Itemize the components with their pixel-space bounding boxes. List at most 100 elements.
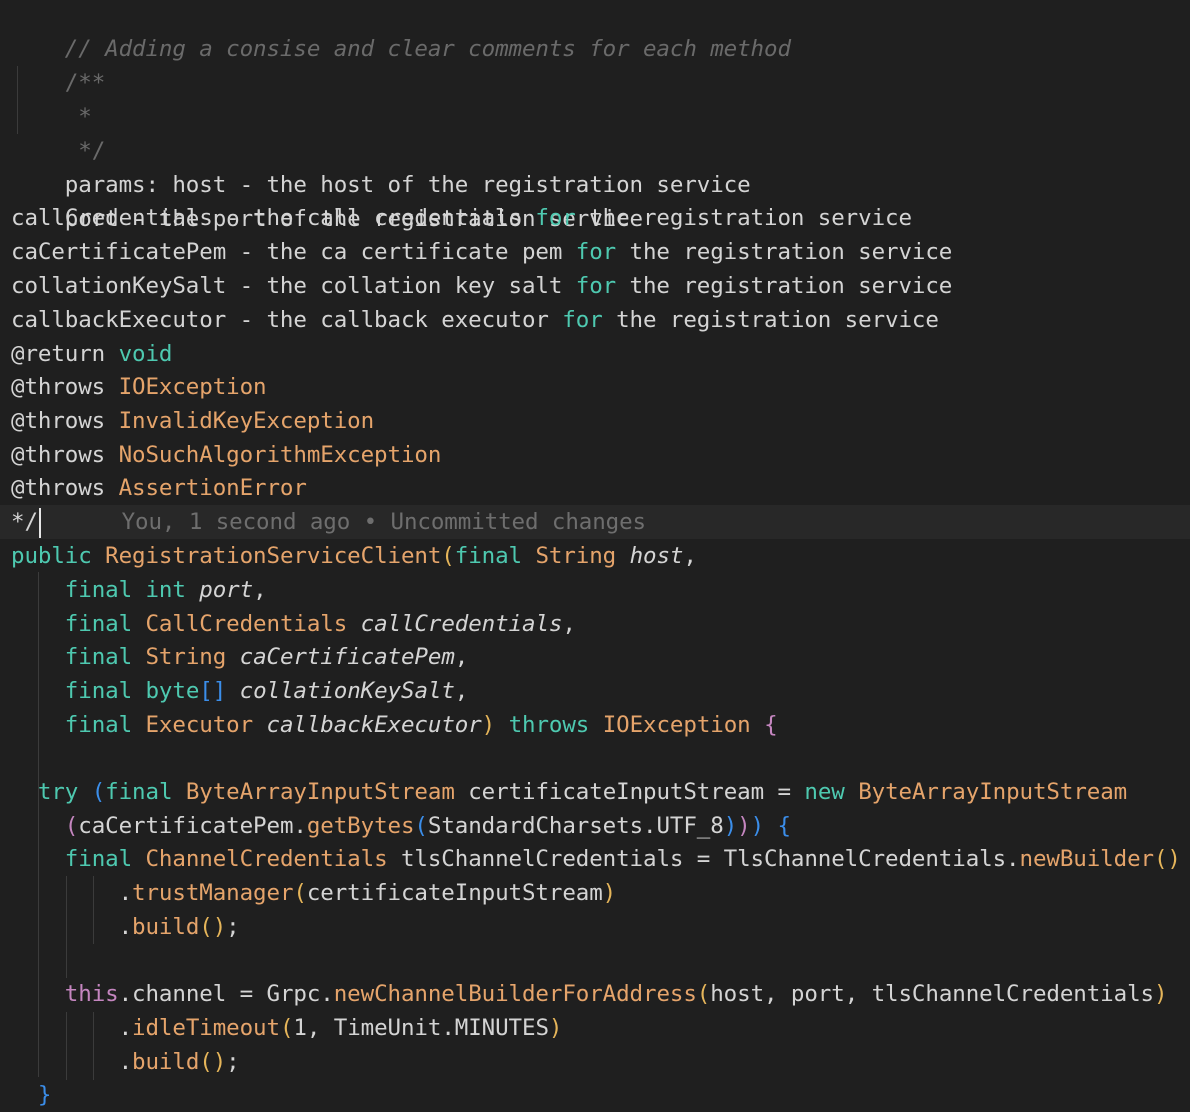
method-call: trustManager xyxy=(132,880,294,906)
dot: . xyxy=(118,880,133,906)
keyword-final: final xyxy=(64,611,133,637)
paren-close: ) xyxy=(750,813,765,839)
code-line-25[interactable]: (caCertificatePem.getBytes(StandardChars… xyxy=(11,809,791,843)
keyword-void: void xyxy=(118,341,173,367)
param-name: callbackExecutor xyxy=(266,712,482,738)
code-line-26[interactable]: final ChannelCredentials tlsChannelCrede… xyxy=(11,842,1181,876)
code-line-7[interactable]: callCredentials - the call credentials f… xyxy=(11,201,912,235)
number-literal: 1 xyxy=(293,1015,307,1041)
method-call: newChannelBuilderForAddress xyxy=(333,981,697,1007)
param-doc-text: the registration service xyxy=(575,205,912,231)
argument: certificateInputStream xyxy=(306,880,603,906)
paren-open: ( xyxy=(279,1015,294,1041)
code-line-2[interactable]: /** xyxy=(11,32,105,96)
code-line-12[interactable]: @throws IOException xyxy=(11,370,267,404)
code-line-17[interactable]: public RegistrationServiceClient(final S… xyxy=(11,539,697,573)
exception-type: IOException xyxy=(602,712,751,738)
code-line-4[interactable]: */ xyxy=(11,100,105,164)
code-line-32[interactable]: .build(); xyxy=(11,1045,240,1079)
dot: . xyxy=(118,1015,133,1041)
param-name: callCredentials xyxy=(360,611,563,637)
expression: caCertificatePem. xyxy=(78,813,307,839)
array-brackets: [] xyxy=(199,678,227,704)
code-line-31[interactable]: .idleTimeout(1, TimeUnit.MINUTES) xyxy=(11,1011,563,1045)
code-line-27[interactable]: .trustManager(certificateInputStream) xyxy=(11,876,617,910)
brace-close: } xyxy=(37,1082,52,1108)
code-line-16[interactable]: */ You, 1 second ago • Uncommitted chang… xyxy=(11,505,646,539)
method-call: build xyxy=(132,914,200,940)
param-doc-text: callbackExecutor - the callback executor xyxy=(11,307,563,333)
code-line-15[interactable]: @throws AssertionError xyxy=(11,471,307,505)
code-line-18[interactable]: final int port, xyxy=(11,573,267,607)
paren-open: ( xyxy=(414,813,428,839)
exception-type: AssertionError xyxy=(118,475,307,501)
dot: . xyxy=(118,1049,133,1075)
param-doc-text: callCredentials - the call credentials xyxy=(11,205,536,231)
code-line-24[interactable]: try (final ByteArrayInputStream certific… xyxy=(11,775,1127,809)
code-line-5[interactable]: params: host - the host of the registrat… xyxy=(11,134,751,198)
code-line-6[interactable]: port - the port of the registration serv… xyxy=(11,168,643,232)
param-doc-text: collationKeySalt - the collation key sal… xyxy=(11,273,576,299)
code-line-10[interactable]: callbackExecutor - the callback executor… xyxy=(11,303,939,337)
param-name: caCertificatePem xyxy=(239,644,455,670)
code-line-21[interactable]: final byte[] collationKeySalt, xyxy=(11,674,469,708)
code-line-20[interactable]: final String caCertificatePem, xyxy=(11,640,469,674)
param-type: int xyxy=(145,577,186,603)
keyword-final: final xyxy=(454,543,522,569)
code-line-22[interactable]: final Executor callbackExecutor) throws … xyxy=(11,708,778,742)
code-line-13[interactable]: @throws InvalidKeyException xyxy=(11,404,374,438)
brace-open: { xyxy=(764,712,778,738)
comma: , xyxy=(454,644,469,670)
param-name: collationKeySalt xyxy=(239,678,455,704)
code-line-9[interactable]: collationKeySalt - the collation key sal… xyxy=(11,269,952,303)
param-type: String xyxy=(535,543,617,569)
paren-open: ( xyxy=(696,981,711,1007)
code-line-1[interactable]: // Adding a consise and clear comments f… xyxy=(11,0,791,62)
param-type: Executor xyxy=(145,712,254,738)
constructor-name: RegistrationServiceClient xyxy=(105,543,442,569)
indent-guide xyxy=(66,944,67,978)
code-line-14[interactable]: @throws NoSuchAlgorithmException xyxy=(11,438,441,472)
param-doc-text: caCertificatePem - the ca certificate pe… xyxy=(11,239,576,265)
doc-tag-return: @return xyxy=(11,341,106,367)
doc-comment-end: */ xyxy=(11,509,38,535)
code-line-3[interactable]: * xyxy=(11,66,92,130)
constructor-type: ByteArrayInputStream xyxy=(858,779,1128,805)
method-call: getBytes xyxy=(306,813,415,839)
doc-tag-throws: @throws xyxy=(11,408,106,434)
method-call: build xyxy=(132,1049,200,1075)
paren-close: ) xyxy=(481,712,496,738)
comma: , xyxy=(562,611,576,637)
keyword-final: final xyxy=(64,577,133,603)
param-type: String xyxy=(145,644,227,670)
code-line-28[interactable]: .build(); xyxy=(11,910,240,944)
keyword-for: for xyxy=(575,273,617,299)
code-line-8[interactable]: caCertificatePem - the ca certificate pe… xyxy=(11,235,952,269)
param-type: byte xyxy=(145,678,200,704)
param-name: port xyxy=(199,577,254,603)
exception-type: NoSuchAlgorithmException xyxy=(118,442,442,468)
paren-close: ) xyxy=(723,813,738,839)
code-line-30[interactable]: this.channel = Grpc.newChannelBuilderFor… xyxy=(11,977,1168,1011)
keyword-try: try xyxy=(37,779,79,805)
param-type: CallCredentials xyxy=(145,611,348,637)
code-line-33[interactable]: } xyxy=(11,1078,52,1112)
parens: () xyxy=(199,914,227,940)
paren-open: ( xyxy=(441,543,455,569)
keyword-final: final xyxy=(64,712,133,738)
keyword-for: for xyxy=(575,239,617,265)
assignment: .channel = Grpc. xyxy=(118,981,334,1007)
keyword-final: final xyxy=(64,678,133,704)
code-line-11[interactable]: @return void xyxy=(11,337,172,371)
paren-open: ( xyxy=(91,779,106,805)
code-editor[interactable]: // Adding a consise and clear comments f… xyxy=(0,0,1190,1112)
param-doc-text: the registration service xyxy=(616,239,953,265)
keyword-public: public xyxy=(11,543,92,569)
paren-close: ) xyxy=(1153,981,1168,1007)
expression: StandardCharsets.UTF_8 xyxy=(427,813,724,839)
parens: () xyxy=(199,1049,227,1075)
param-doc-text: the registration service xyxy=(602,307,939,333)
method-call: newBuilder xyxy=(1019,846,1155,872)
code-line-19[interactable]: final CallCredentials callCredentials, xyxy=(11,607,576,641)
param-doc-text: the registration service xyxy=(616,273,953,299)
